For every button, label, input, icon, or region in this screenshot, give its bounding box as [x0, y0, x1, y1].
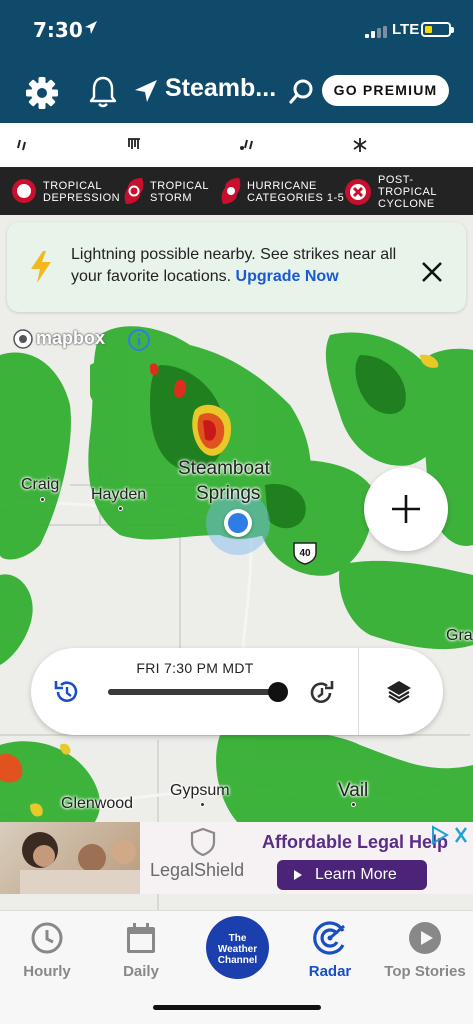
tropical-storm-icon — [124, 178, 144, 204]
forecast-clock-icon[interactable] — [307, 678, 337, 708]
play-circle-icon — [409, 922, 441, 954]
status-time: 7:30 — [33, 18, 83, 42]
lightning-banner[interactable]: Lightning possible nearby. See strikes n… — [7, 222, 466, 312]
lightning-banner-text: Lightning possible nearby. See strikes n… — [71, 244, 411, 288]
ad-photo — [0, 822, 140, 894]
home-indicator — [153, 1005, 321, 1010]
twc-line1: The — [228, 933, 247, 944]
timeline-slider[interactable] — [108, 682, 288, 702]
tropical-storm-label: TROPICAL STORM — [150, 180, 210, 204]
twc-line3: Channel — [217, 955, 258, 966]
city-label-hayden: Hayden — [91, 486, 147, 503]
city-dot-gypsum — [200, 802, 205, 807]
snowflake-icon — [353, 138, 367, 152]
layers-icon[interactable] — [385, 678, 413, 706]
weather-channel-logo[interactable]: The Weather Channel — [206, 916, 269, 979]
mapbox-logo[interactable]: mapbox — [12, 327, 116, 356]
city-label-gra: Gra — [446, 627, 473, 644]
hurricane-label: HURRICANE CATEGORIES 1-5 — [247, 180, 345, 204]
learn-more-button[interactable]: Learn More — [277, 860, 427, 890]
timeline-divider — [358, 648, 359, 735]
tab-top-stories[interactable]: Top Stories — [378, 911, 472, 1001]
tab-radar-label: Radar — [308, 963, 352, 980]
timeline-thumb[interactable] — [268, 682, 288, 702]
storm-legend: TROPICAL DEPRESSION TROPICAL STORM HURRICA… — [0, 167, 473, 215]
ad-banner[interactable]: LegalShield Affordable Legal Help Learn … — [0, 822, 473, 894]
tab-daily[interactable]: Daily — [94, 911, 188, 1001]
clock-icon — [31, 922, 63, 954]
us-40-shield: 40 — [293, 542, 317, 565]
city-dot-hayden — [118, 506, 123, 511]
cellular-signal-icon — [365, 26, 387, 38]
tropical-depression-icon — [12, 179, 36, 203]
go-premium-button[interactable]: GO PREMIUM — [322, 75, 449, 106]
post-tropical-cyclone-label: POST- TROPICAL CYCLONE — [378, 174, 438, 210]
city-label-glenwood: Glenwood — [61, 795, 134, 812]
city-label-gypsum: Gypsum — [170, 782, 230, 799]
zoom-in-button[interactable] — [364, 467, 448, 551]
tropical-depression-label: TROPICAL DEPRESSION — [43, 180, 121, 204]
mix-icon — [128, 138, 140, 149]
precip-legend — [0, 123, 473, 272]
radar-icon — [313, 921, 345, 955]
tab-top-stories-label: Top Stories — [384, 963, 466, 980]
history-icon[interactable] — [53, 678, 81, 706]
route-shield-label: 40 — [299, 548, 311, 559]
lightning-icon — [31, 251, 51, 283]
location-arrow-icon[interactable] — [133, 78, 159, 104]
hurricane-icon — [221, 178, 241, 204]
radar-map[interactable]: Lightning possible nearby. See strikes n… — [0, 215, 473, 910]
city-label-craig: Craig — [21, 476, 60, 493]
ice-icon — [240, 139, 253, 150]
tab-daily-label: Daily — [123, 963, 159, 980]
ad-choices-icon[interactable] — [430, 824, 470, 846]
app-header: 7:30 LTE Steamb... GO PREMIUM — [0, 0, 473, 123]
timeline-fill — [108, 689, 278, 695]
status-bar: 7:30 LTE — [0, 0, 473, 60]
ad-brand: LegalShield — [150, 860, 245, 880]
ad-family-image — [20, 832, 140, 894]
city-dot-vail — [351, 802, 356, 807]
radar-timeline: FRI 7:30 PM MDT — [31, 648, 443, 735]
plus-icon — [392, 495, 420, 523]
location-services-icon — [85, 21, 97, 34]
bell-icon[interactable] — [88, 75, 118, 109]
mapbox-label: mapbox — [36, 328, 106, 348]
twc-line2: Weather — [217, 944, 258, 955]
timeline-time: FRI 7:30 PM MDT — [136, 660, 254, 676]
battery-icon — [421, 22, 454, 37]
upgrade-now-link[interactable]: Upgrade Now — [236, 268, 339, 285]
tab-radar[interactable]: Radar — [283, 911, 377, 1001]
city-label-vail: Vail — [338, 780, 369, 801]
gear-icon[interactable] — [25, 76, 59, 110]
tab-hourly-label: Hourly — [23, 963, 71, 980]
network-type: LTE — [392, 21, 420, 38]
close-icon[interactable] — [420, 260, 444, 284]
current-location-marker[interactable] — [224, 509, 252, 537]
city-dot-craig — [40, 497, 45, 502]
legalshield-logo-icon — [190, 828, 216, 856]
play-icon — [294, 870, 302, 880]
city-label-steamboat: Steamboat — [178, 458, 270, 479]
rain-icon — [17, 139, 26, 151]
banner-message: Lightning possible nearby. See strikes n… — [71, 246, 397, 285]
info-icon[interactable] — [127, 328, 151, 352]
calendar-icon — [127, 923, 155, 953]
tab-hourly[interactable]: Hourly — [0, 911, 94, 1001]
city-label-springs: Springs — [196, 483, 261, 504]
ad-headline: Affordable Legal Help — [262, 832, 449, 852]
search-icon[interactable] — [288, 78, 316, 106]
learn-more-label: Learn More — [315, 866, 397, 883]
location-name[interactable]: Steamb... — [165, 74, 276, 103]
post-tropical-cyclone-icon — [345, 179, 371, 205]
